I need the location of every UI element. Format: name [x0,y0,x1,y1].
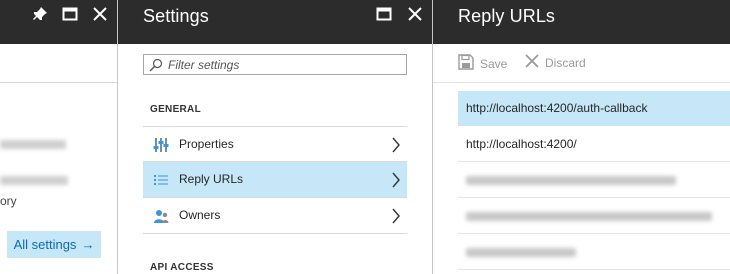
left-blade: ory All settings → [0,0,117,274]
settings-title: Settings [143,6,209,26]
all-settings-label: All settings [13,237,77,252]
reply-url-row-redacted[interactable] [458,199,730,234]
reply-urls-blade: Reply URLs Save Discard http://localhost… [433,0,730,274]
section-label-general: GENERAL [150,104,201,115]
redacted-url [466,176,676,186]
reply-url-row-redacted[interactable] [458,163,730,198]
list-icon [153,172,169,188]
reply-url-value: http://localhost:4200/auth-callback [466,101,648,115]
section-label-api-access: API ACCESS [150,262,214,273]
redacted-url [466,248,576,258]
owners-icon [153,208,169,224]
redacted-url [466,212,712,222]
save-button[interactable]: Save [458,54,507,73]
filter-settings-input[interactable] [168,56,398,73]
redacted-text [0,140,66,149]
menu-item-label: Reply URLs [179,172,244,186]
chevron-right-icon [391,137,401,158]
left-blade-header [0,0,117,44]
chevron-right-icon [391,172,401,193]
reply-url-row[interactable]: http://localhost:4200/auth-callback [458,91,730,126]
filter-settings-box [143,54,407,75]
reply-urls-title: Reply URLs [458,6,556,26]
discard-label: Discard [545,55,586,70]
discard-button[interactable]: Discard [525,54,586,71]
reply-url-value: http://localhost:4200/ [466,137,577,151]
arrow-right-icon: → [81,237,95,252]
divider [433,82,730,83]
pin-icon[interactable] [32,6,52,26]
reply-url-row[interactable]: http://localhost:4200/ [458,127,730,162]
menu-item-reply-urls[interactable]: Reply URLs [143,162,407,198]
save-icon [458,54,474,73]
menu-item-label: Properties [179,137,234,151]
search-icon [149,58,163,77]
settings-blade-header: Settings [118,0,432,44]
reply-urls-header: Reply URLs [433,0,730,44]
discard-icon [525,54,539,71]
partial-label: ory [0,194,17,208]
all-settings-button[interactable]: All settings → [7,231,101,258]
close-icon[interactable] [407,6,427,26]
menu-item-owners[interactable]: Owners [143,198,407,234]
close-icon[interactable] [92,6,112,26]
reply-url-row-redacted[interactable] [458,235,730,270]
chevron-right-icon [391,208,401,229]
settings-blade: Settings GENERAL Properties [118,0,432,274]
menu-item-properties[interactable]: Properties [143,126,407,162]
divider [0,82,117,83]
maximize-icon[interactable] [376,6,396,26]
maximize-icon[interactable] [62,6,82,26]
properties-icon [153,137,169,153]
save-label: Save [480,56,508,71]
menu-item-label: Owners [179,208,221,222]
redacted-text [0,176,68,185]
